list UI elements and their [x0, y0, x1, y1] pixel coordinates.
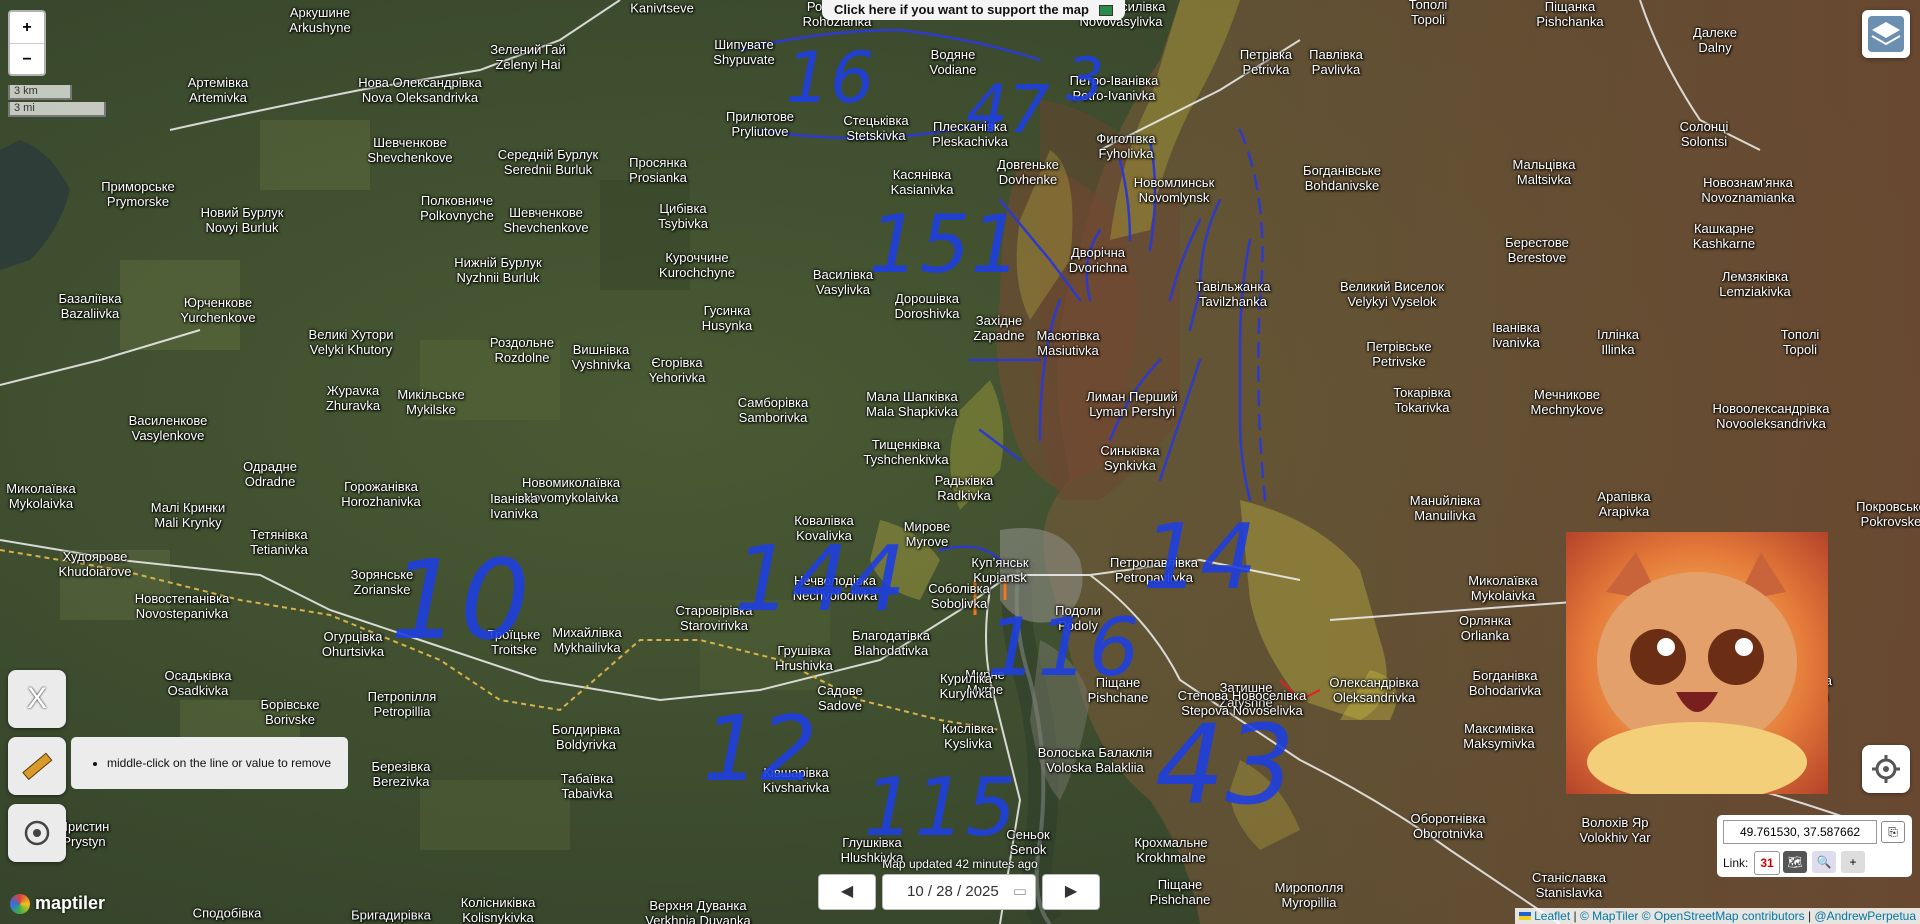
- measure-hint-text: middle-click on the line or value to rem…: [107, 756, 331, 770]
- plus-icon: +: [1849, 855, 1857, 869]
- next-day-button[interactable]: ▶: [1042, 874, 1100, 910]
- measure-hint: middle-click on the line or value to rem…: [71, 737, 348, 789]
- date-navigation: ◀ 10 / 28 / 2025 ▭ ▶: [818, 874, 1102, 910]
- scale-mi: 3 mi: [8, 102, 106, 117]
- calendar-icon: 31: [1760, 856, 1774, 870]
- maptiler-logo[interactable]: maptiler: [10, 893, 106, 915]
- ruler-tool-button[interactable]: [8, 737, 66, 795]
- unit-number-label: 12: [702, 697, 818, 802]
- copy-coordinates-button[interactable]: ⎘: [1881, 821, 1905, 843]
- zoom-control: + −: [8, 10, 46, 76]
- unit-number-label: 144: [734, 527, 906, 632]
- close-tool-button[interactable]: X: [8, 670, 66, 728]
- gear-icon: [1872, 755, 1900, 783]
- osm-link[interactable]: © OpenStreetMap contributors: [1642, 909, 1805, 923]
- date-field[interactable]: 10 / 28 / 2025 ▭: [882, 874, 1036, 910]
- unit-number-label: 47: [966, 71, 1050, 148]
- previous-day-button[interactable]: ◀: [818, 874, 876, 910]
- calendar-link-button[interactable]: 31: [1754, 851, 1780, 875]
- scale-km: 3 km: [8, 85, 72, 100]
- cat-picture: [1566, 532, 1828, 794]
- unit-number-label: 115: [863, 761, 1017, 854]
- maptiler-brand: maptiler: [35, 893, 106, 913]
- maptiler-icon: [10, 894, 30, 915]
- ukraine-flag-icon: [1518, 912, 1531, 920]
- unit-number-label: 16: [785, 37, 875, 119]
- author-link[interactable]: @AndrewPerpetua: [1814, 909, 1916, 923]
- unit-number-label: 116: [986, 601, 1140, 694]
- support-banner-text: Click here if you want to support the ma…: [834, 2, 1089, 17]
- locate-button[interactable]: [8, 804, 66, 862]
- clipboard-icon: ⎘: [1888, 825, 1898, 839]
- layers-icon: [1868, 16, 1904, 52]
- unit-number-label: 43: [1155, 701, 1295, 829]
- map-updated-text: Map updated 42 minutes ago: [882, 857, 1038, 871]
- search-link-button[interactable]: 🔍: [1812, 851, 1836, 873]
- coordinates-panel: 49.761530, 37.587662 ⎘ Link: 31 🗺 🔍 +: [1717, 815, 1912, 877]
- maptiler-link[interactable]: © MapTiler: [1580, 909, 1638, 923]
- unit-number-label: 10: [390, 536, 530, 664]
- world-link-button[interactable]: 🗺: [1783, 851, 1807, 873]
- target-icon: [24, 820, 50, 846]
- link-label: Link:: [1723, 856, 1749, 870]
- settings-button[interactable]: [1862, 745, 1910, 793]
- world-map-icon: 🗺: [1787, 855, 1803, 869]
- leaflet-link[interactable]: Leaflet: [1534, 909, 1570, 923]
- triangle-right-icon: ▶: [1064, 883, 1078, 900]
- zoom-in-button[interactable]: +: [10, 12, 44, 44]
- unit-number-label: 14: [1142, 505, 1258, 610]
- attribution: Leaflet | © MapTiler © OpenStreetMap con…: [1514, 908, 1920, 924]
- close-icon: X: [26, 682, 47, 715]
- unit-number-label: 3: [1065, 45, 1105, 115]
- calendar-icon: ▭: [1012, 883, 1027, 900]
- add-link-button[interactable]: +: [1841, 851, 1865, 873]
- coordinates-field[interactable]: 49.761530, 37.587662: [1723, 820, 1877, 844]
- support-banner[interactable]: Click here if you want to support the ma…: [822, 0, 1125, 20]
- ruler-icon: [22, 752, 53, 781]
- date-value: 10 / 28 / 2025: [907, 883, 999, 900]
- triangle-left-icon: ◀: [840, 883, 854, 900]
- search-icon: 🔍: [1816, 855, 1832, 869]
- unit-number-label: 151: [868, 198, 1022, 291]
- zoom-out-button[interactable]: −: [10, 44, 44, 75]
- layers-button[interactable]: [1862, 10, 1910, 58]
- flag-icon: [1098, 5, 1113, 17]
